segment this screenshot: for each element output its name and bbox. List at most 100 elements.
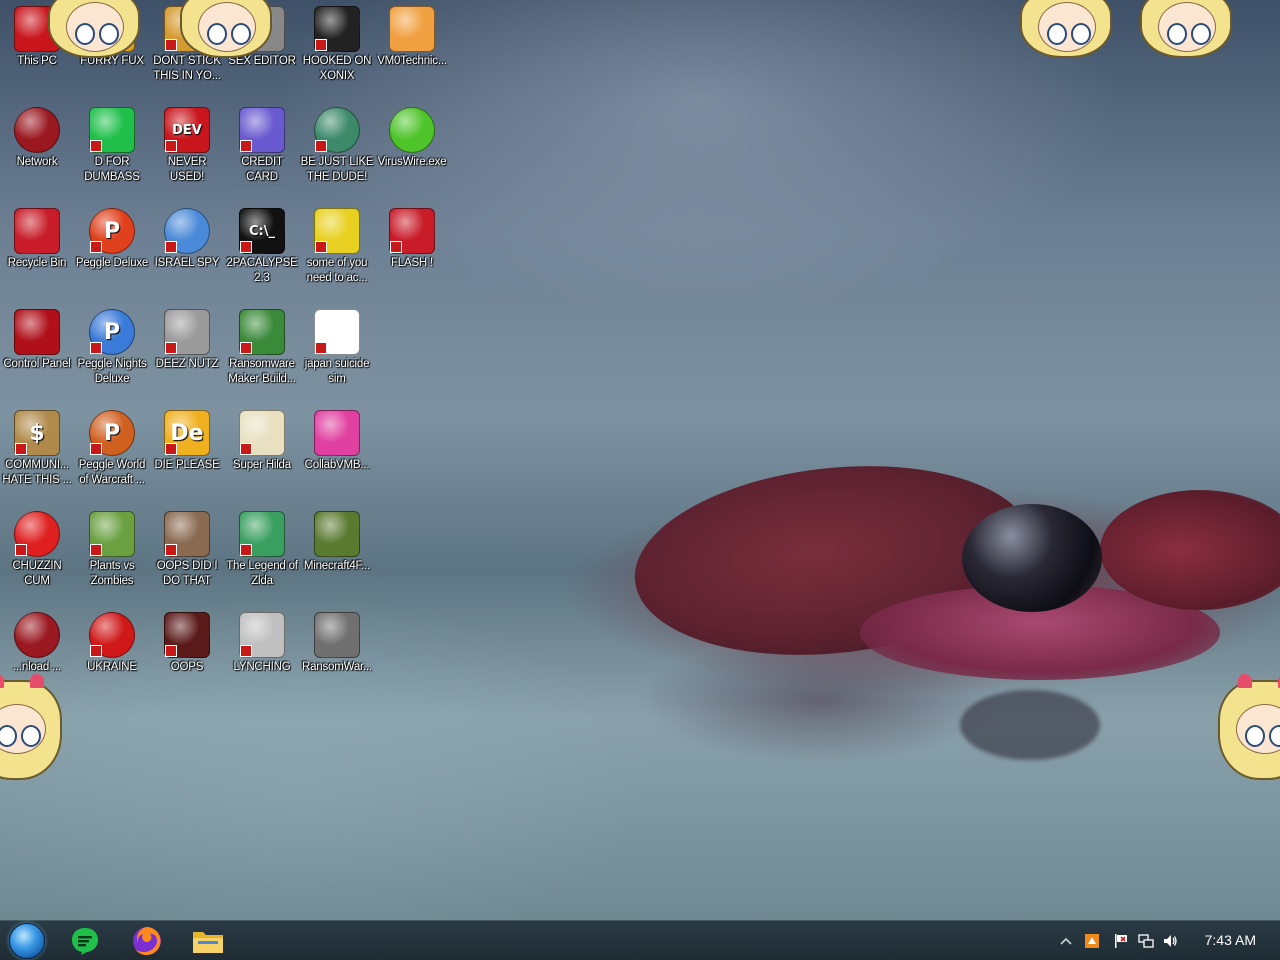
- maze-icon: [314, 6, 360, 52]
- cartoon-sticker-top-2: [180, 0, 272, 58]
- cartoon-sticker-top-right-2: [1140, 0, 1232, 58]
- document-icon: [314, 309, 360, 355]
- shortcut-arrow-icon: [90, 342, 102, 354]
- desktop-icon[interactable]: P Peggle Deluxe: [75, 202, 149, 302]
- desktop-icon-label: some of you need to ac...: [306, 257, 368, 284]
- desktop-icon[interactable]: C:\_ 2PACALYPSE 2.3: [225, 202, 299, 302]
- desktop-icon[interactable]: CollabVMB...: [300, 404, 374, 504]
- desktop-icon[interactable]: VirusWire.exe: [375, 101, 449, 201]
- desktop-icon[interactable]: some of you need to ac...: [300, 202, 374, 302]
- desktop-icon-label: CREDIT CARD CHECKER: [241, 156, 283, 183]
- portrait-icon: [164, 511, 210, 557]
- desktop-icon[interactable]: BE JUST LIKE THE DUDE!: [300, 101, 374, 201]
- desktop-icon[interactable]: $ COMMUNI... HATE THIS ...: [0, 404, 74, 504]
- peggle-icon-glyph: P: [103, 319, 121, 345]
- desktop-icon[interactable]: RansomWar...: [300, 606, 374, 706]
- terminal-icon: C:\_: [239, 208, 285, 254]
- desktop-icon[interactable]: DEV NEVER USED!: [150, 101, 224, 201]
- shortcut-arrow-icon: [240, 443, 252, 455]
- desktop-icon[interactable]: CHUZZIN CUM: [0, 505, 74, 605]
- desktop-icon[interactable]: Network: [0, 101, 74, 201]
- chat-icon: [89, 107, 135, 153]
- chuzzle-icon: [14, 511, 60, 557]
- desktop-icon-label: Peggle World of Warcraft ...: [78, 459, 146, 486]
- desktop-icon-label: Minecraft4F...: [303, 560, 371, 572]
- desktop: This PC FURRY FUX DONT STICK THIS IN YO...…: [0, 0, 1280, 920]
- shortcut-arrow-icon: [240, 140, 252, 152]
- desktop-icon-label: ISRAEL SPY: [154, 257, 220, 269]
- desktop-icon[interactable]: VM0Technic...: [375, 0, 449, 100]
- peggle-icon-glyph: P: [103, 420, 121, 446]
- taskbar-file-explorer-button[interactable]: [186, 923, 230, 959]
- desktop-icon-label: HOOKED ON XONIX: [302, 55, 372, 82]
- desktop-icon-label: LYNCHING: [233, 661, 291, 673]
- taskbar-chat-app-button[interactable]: [63, 923, 107, 959]
- skull-icon: [314, 612, 360, 658]
- desktop-icon[interactable]: japan suicide sim: [300, 303, 374, 403]
- firefox-icon: [133, 927, 161, 955]
- desktop-icon[interactable]: FLASH !: [375, 202, 449, 302]
- desktop-icon[interactable]: Minecraft4F...: [300, 505, 374, 605]
- desktop-icon-label: CHUZZIN CUM: [12, 560, 62, 587]
- desktop-icon-label: Recycle Bin: [7, 257, 67, 269]
- desktop-icon[interactable]: P Peggle World of Warcraft ...: [75, 404, 149, 504]
- network-icon: [14, 107, 60, 153]
- desktop-icon[interactable]: De DIE PLEASE: [150, 404, 224, 504]
- app-tray-icon[interactable]: [1084, 933, 1100, 949]
- shortcut-arrow-icon: [165, 39, 177, 51]
- flash-icon: [389, 208, 435, 254]
- shortcut-arrow-icon: [240, 544, 252, 556]
- desktop-icon[interactable]: CREDIT CARD CHECKER: [225, 101, 299, 201]
- shortcut-arrow-icon: [240, 241, 252, 253]
- shortcut-arrow-icon: [90, 241, 102, 253]
- window-app-icon: [239, 309, 285, 355]
- desktop-icon-label: The Legend of Zlda: [226, 560, 298, 587]
- desktop-icon-label: BE JUST LIKE THE DUDE!: [300, 156, 374, 183]
- taskbar-firefox-button[interactable]: [125, 923, 169, 959]
- desktop-icon[interactable]: LYNCHING: [225, 606, 299, 706]
- desktop-icon[interactable]: DEEZ NUTZ: [150, 303, 224, 403]
- desktop-icon[interactable]: D FOR DUMBASS: [75, 101, 149, 201]
- shortcut-arrow-icon: [15, 443, 27, 455]
- desktop-icon-label: Super Hilda: [233, 459, 291, 471]
- action-center-flag-icon[interactable]: [1113, 933, 1129, 949]
- taskbar: 7:43 AM: [0, 920, 1280, 960]
- desktop-icon[interactable]: Plants vs Zombies: [75, 505, 149, 605]
- desktop-icon-label: DEEZ NUTZ: [155, 358, 219, 370]
- desktop-icon[interactable]: UKRAINE: [75, 606, 149, 706]
- desktop-icon-label: Ransomware Maker Build...: [228, 358, 296, 385]
- shortcut-arrow-icon: [315, 39, 327, 51]
- desktop-icon[interactable]: OOPS DID I DO THAT: [150, 505, 224, 605]
- shortcut-arrow-icon: [165, 241, 177, 253]
- desktop-icon-label: DONT STICK THIS IN YO...: [153, 55, 221, 82]
- desktop-icon-label: DIE PLEASE: [154, 459, 220, 471]
- wallpaper-water-drop: [962, 504, 1102, 612]
- volume-icon[interactable]: [1162, 933, 1178, 949]
- cartoon-sticker-top-1: [48, 0, 140, 58]
- start-orb-icon: [9, 923, 45, 959]
- start-button[interactable]: [5, 923, 49, 959]
- radiation-icon: [89, 612, 135, 658]
- shortcut-arrow-icon: [165, 544, 177, 556]
- desktop-icon[interactable]: P Peggle Nights Deluxe: [75, 303, 149, 403]
- desktop-icon[interactable]: HOOKED ON XONIX: [300, 0, 374, 100]
- desktop-icon-label: Control Panel: [3, 358, 71, 370]
- desktop-icon[interactable]: Recycle Bin: [0, 202, 74, 302]
- pixel-cat-icon: [239, 410, 285, 456]
- card-icon: [239, 107, 285, 153]
- desktop-icon-label: Peggle Deluxe: [75, 257, 149, 269]
- chat-icon: [72, 928, 98, 955]
- network-tray-icon[interactable]: [1138, 933, 1154, 949]
- shortcut-arrow-icon: [90, 140, 102, 152]
- taskbar-clock[interactable]: 7:43 AM: [1205, 932, 1256, 948]
- control-panel-icon: [14, 309, 60, 355]
- devcpp-icon-glyph: DEV: [172, 122, 202, 138]
- desktop-icon[interactable]: Control Panel: [0, 303, 74, 403]
- chevron-up-icon[interactable]: [1058, 933, 1074, 949]
- desktop-icon[interactable]: OOPS: [150, 606, 224, 706]
- desktop-icon[interactable]: ISRAEL SPY: [150, 202, 224, 302]
- desktop-icon[interactable]: Ransomware Maker Build...: [225, 303, 299, 403]
- windows-stack-icon: [164, 309, 210, 355]
- desktop-icon[interactable]: The Legend of Zlda: [225, 505, 299, 605]
- desktop-icon[interactable]: Super Hilda: [225, 404, 299, 504]
